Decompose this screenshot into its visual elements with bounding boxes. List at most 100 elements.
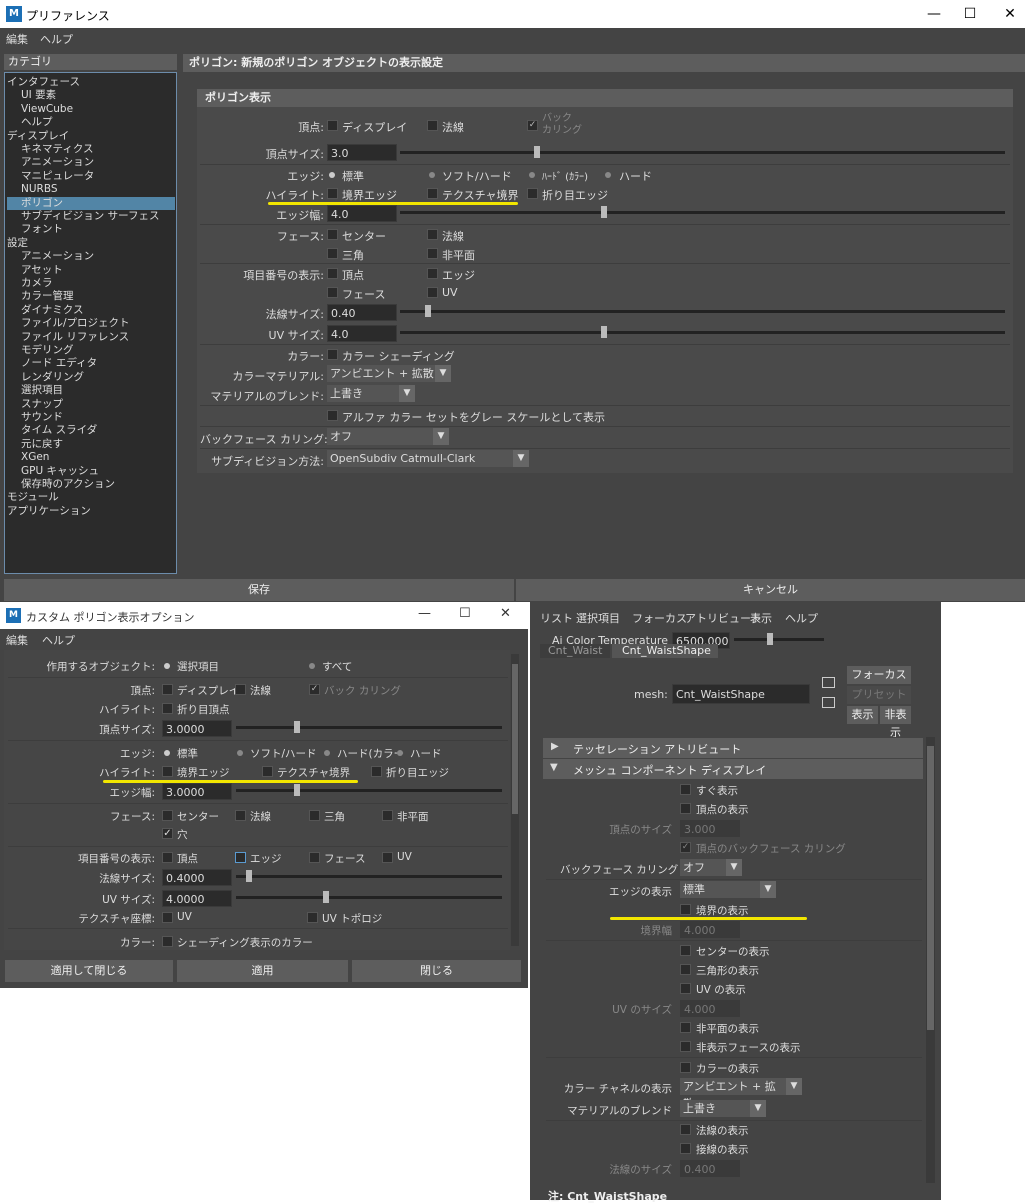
border-width-field[interactable]: 4.000 — [680, 921, 740, 938]
menu-edit[interactable]: 編集 — [6, 632, 28, 648]
category-item[interactable]: サブディビジョン サーフェス — [7, 210, 159, 223]
menu-selection[interactable]: 選択項目 — [576, 610, 620, 626]
vertex-display-checkbox[interactable] — [327, 120, 338, 131]
chevron-right-icon[interactable]: ▶ — [551, 741, 559, 752]
category-item[interactable]: アセット — [7, 264, 63, 277]
edge-width-slider[interactable] — [236, 789, 502, 792]
target-all-radio[interactable] — [309, 663, 315, 669]
menu-help[interactable]: ヘルプ — [40, 31, 73, 47]
highlight-crease-checkbox[interactable] — [527, 188, 538, 199]
tex-uv-topology-checkbox[interactable] — [307, 912, 318, 923]
edge-width-field[interactable]: 3.0000 — [162, 783, 232, 800]
normal-size-field[interactable]: 0.4000 — [162, 869, 232, 886]
edge-show-dropdown[interactable]: 標準 — [680, 881, 760, 898]
category-item[interactable]: カメラ — [7, 277, 53, 290]
save-button[interactable]: 保存 — [4, 579, 514, 601]
edge-standard-radio[interactable] — [164, 750, 170, 756]
face-nonplanar-checkbox[interactable] — [382, 810, 393, 821]
scrollbar-thumb[interactable] — [512, 664, 518, 814]
vertex-normal-checkbox[interactable] — [427, 120, 438, 131]
center-show-checkbox[interactable] — [680, 945, 691, 956]
category-item[interactable]: サウンド — [7, 411, 63, 424]
edge-width-handle[interactable] — [601, 206, 607, 218]
category-item[interactable]: カラー管理 — [7, 290, 74, 303]
vertex-size-field[interactable]: 3.0 — [327, 144, 397, 161]
highlight-crease-checkbox[interactable] — [371, 766, 382, 777]
category-item[interactable]: ディスプレイ — [7, 130, 69, 143]
section-polygon-display[interactable]: ポリゴン表示 — [197, 89, 1013, 107]
ai-color-temp-handle[interactable] — [767, 633, 773, 645]
category-item[interactable]: タイム スライダ — [7, 424, 97, 437]
normal-size-slider[interactable] — [400, 310, 1005, 313]
tab-cnt-waist[interactable]: Cnt_Waist — [540, 644, 610, 658]
item-vertex-checkbox[interactable] — [162, 852, 173, 863]
item-vertex-checkbox[interactable] — [327, 268, 338, 279]
face-center-checkbox[interactable] — [162, 810, 173, 821]
chevron-down-icon[interactable]: ▼ — [433, 428, 449, 445]
edge-hard-radio[interactable] — [397, 750, 403, 756]
scrollbar-thumb[interactable] — [927, 746, 934, 1030]
category-list[interactable]: インタフェース UI 要素 ViewCube ヘルプ ディスプレイ キネマティクス アニメー… — [4, 72, 177, 574]
vertex-show-checkbox[interactable] — [680, 803, 691, 814]
category-item[interactable]: NURBS — [7, 183, 58, 196]
item-edge-checkbox[interactable] — [427, 268, 438, 279]
vertex-size-field[interactable]: 3.0000 — [162, 720, 232, 737]
close-icon[interactable]: ✕ — [500, 606, 511, 621]
uv-size-slider[interactable] — [236, 896, 502, 899]
item-uv-checkbox[interactable] — [382, 852, 393, 863]
preset-button[interactable]: プリセット — [847, 686, 911, 704]
apply-button[interactable]: 適用 — [177, 960, 348, 982]
hide-button[interactable]: 非表示 — [880, 706, 911, 739]
chevron-down-icon[interactable]: ▼ — [760, 881, 776, 898]
menu-show[interactable]: 表示 — [750, 610, 772, 626]
immediate-display-checkbox[interactable] — [680, 784, 691, 795]
category-item[interactable]: ViewCube — [7, 103, 73, 116]
category-item[interactable]: アニメーション — [7, 250, 94, 263]
edge-soft-hard-radio[interactable] — [237, 750, 243, 756]
vertex-normal-checkbox[interactable] — [235, 684, 246, 695]
material-blend-dropdown[interactable]: 上書き — [680, 1100, 750, 1117]
normal-size-field[interactable]: 0.400 — [680, 1160, 740, 1177]
focus-button[interactable]: フォーカス — [847, 666, 911, 684]
normal-show-checkbox[interactable] — [680, 1124, 691, 1135]
category-item[interactable]: ポリゴン — [7, 196, 175, 210]
face-normal-checkbox[interactable] — [235, 810, 246, 821]
maximize-icon[interactable]: ☐ — [459, 606, 471, 621]
uv-show-checkbox[interactable] — [680, 983, 691, 994]
category-item[interactable]: ダイナミクス — [7, 304, 83, 317]
shading-color-checkbox[interactable] — [162, 936, 173, 947]
alpha-grayscale-checkbox[interactable] — [327, 410, 338, 421]
color-material-dropdown[interactable]: アンビエント + 拡散 — [327, 365, 435, 382]
item-edge-checkbox[interactable] — [235, 852, 246, 863]
category-item[interactable]: マニピュレータ — [7, 170, 94, 183]
mesh-name-field[interactable]: Cnt_WaistShape — [672, 684, 810, 704]
menu-help[interactable]: ヘルプ — [785, 610, 818, 626]
menu-focus[interactable]: フォーカス — [632, 610, 687, 626]
category-item[interactable]: ヘルプ — [7, 116, 53, 129]
load-output-icon[interactable] — [822, 697, 835, 708]
item-face-checkbox[interactable] — [327, 287, 338, 298]
highlight-texture-checkbox[interactable] — [262, 766, 273, 777]
uv-size-handle[interactable] — [601, 326, 607, 338]
category-item[interactable]: ファイル リファレンス — [7, 331, 129, 344]
category-item[interactable]: フォント — [7, 223, 63, 236]
edge-width-field[interactable]: 4.0 — [327, 205, 397, 222]
vertex-size-handle[interactable] — [534, 146, 540, 158]
normal-size-slider[interactable] — [236, 875, 502, 878]
vertex-backface-checkbox[interactable]: ✓ — [680, 842, 691, 853]
uv-size-handle[interactable] — [323, 891, 329, 903]
uv-size-field[interactable]: 4.0 — [327, 325, 397, 342]
category-item[interactable]: 選択項目 — [7, 384, 63, 397]
normal-size-field[interactable]: 0.40 — [327, 304, 397, 321]
edge-hard-color-radio[interactable] — [324, 750, 330, 756]
nonplanar-show-checkbox[interactable] — [680, 1022, 691, 1033]
uv-size-field[interactable]: 4.0000 — [162, 890, 232, 907]
cancel-button[interactable]: キャンセル — [516, 579, 1025, 601]
tex-uv-checkbox[interactable] — [162, 912, 173, 923]
face-hole-checkbox[interactable]: ✓ — [162, 828, 173, 839]
material-blend-dropdown[interactable]: 上書き — [327, 385, 399, 402]
category-item[interactable]: ファイル/プロジェクト — [7, 317, 130, 330]
color-channel-dropdown[interactable]: アンビエント + 拡散 — [680, 1078, 786, 1110]
category-item[interactable]: 保存時のアクション — [7, 478, 115, 491]
uv-size-slider[interactable] — [400, 331, 1005, 334]
